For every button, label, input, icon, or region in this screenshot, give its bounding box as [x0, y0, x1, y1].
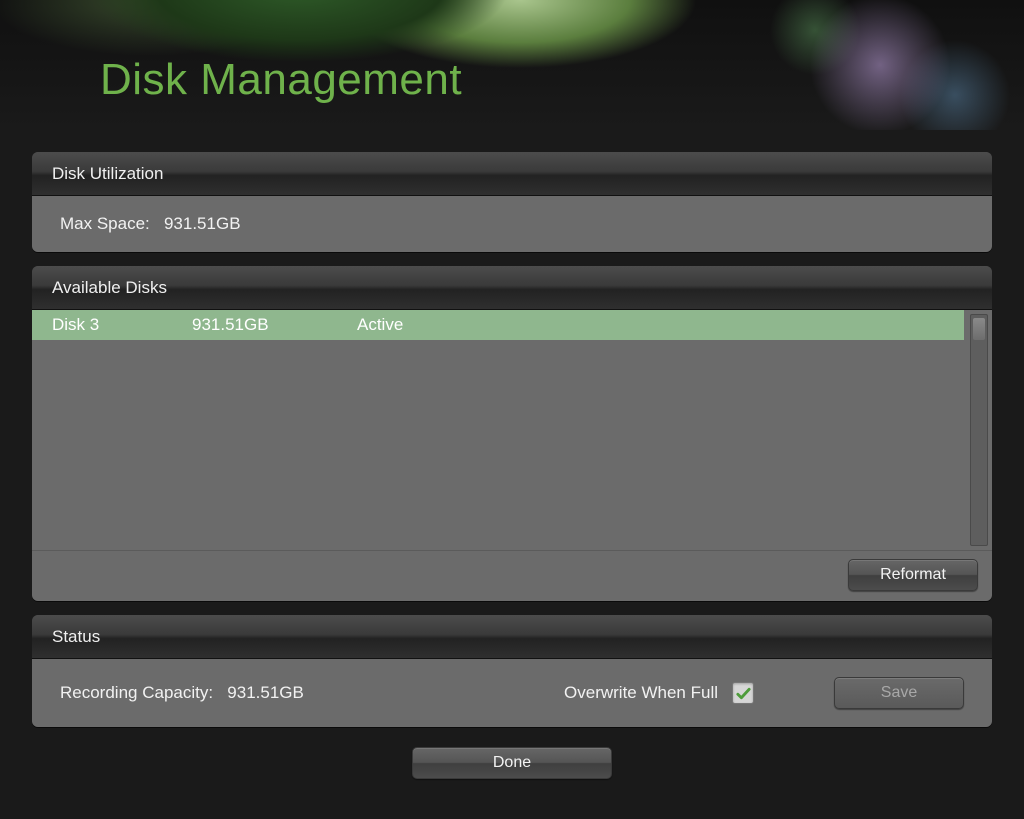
- disk-row[interactable]: Disk 3 931.51GB Active: [32, 310, 964, 340]
- disk-utilization-panel: Disk Utilization Max Space: 931.51GB: [32, 152, 992, 252]
- overwrite-checkbox[interactable]: [732, 682, 754, 704]
- checkmark-icon: [735, 685, 752, 702]
- available-disks-body: Disk 3 931.51GB Active: [32, 310, 992, 550]
- available-disks-panel: Available Disks Disk 3 931.51GB Active R…: [32, 266, 992, 601]
- save-button[interactable]: Save: [834, 677, 964, 709]
- bottom-bar: Done: [32, 747, 992, 779]
- header-banner: Disk Management: [0, 0, 1024, 130]
- overwrite-group: Overwrite When Full: [564, 682, 754, 704]
- disk-size: 931.51GB: [192, 315, 357, 335]
- disk-list-scrollbar[interactable]: [970, 314, 988, 546]
- content: Disk Utilization Max Space: 931.51GB Ava…: [0, 152, 1024, 779]
- max-space-value: 931.51GB: [164, 214, 241, 233]
- available-disks-header: Available Disks: [32, 266, 992, 310]
- overwrite-label: Overwrite When Full: [564, 683, 718, 703]
- recording-capacity-label: Recording Capacity:: [60, 683, 213, 702]
- page-title: Disk Management: [100, 55, 462, 105]
- status-header: Status: [32, 615, 992, 659]
- disk-utilization-header: Disk Utilization: [32, 152, 992, 196]
- status-body: Recording Capacity: 931.51GB Overwrite W…: [32, 659, 992, 727]
- recording-capacity-value: 931.51GB: [227, 683, 304, 702]
- reformat-button[interactable]: Reformat: [848, 559, 978, 591]
- done-button[interactable]: Done: [412, 747, 612, 779]
- disk-list: Disk 3 931.51GB Active: [32, 310, 992, 550]
- recording-capacity: Recording Capacity: 931.51GB: [60, 683, 564, 703]
- disk-name: Disk 3: [52, 315, 192, 335]
- disk-utilization-body: Max Space: 931.51GB: [32, 196, 992, 252]
- max-space-label: Max Space:: [60, 214, 150, 233]
- scrollbar-thumb[interactable]: [973, 318, 985, 340]
- disk-state: Active: [357, 315, 964, 335]
- status-panel: Status Recording Capacity: 931.51GB Over…: [32, 615, 992, 727]
- available-disks-footer: Reformat: [32, 550, 992, 601]
